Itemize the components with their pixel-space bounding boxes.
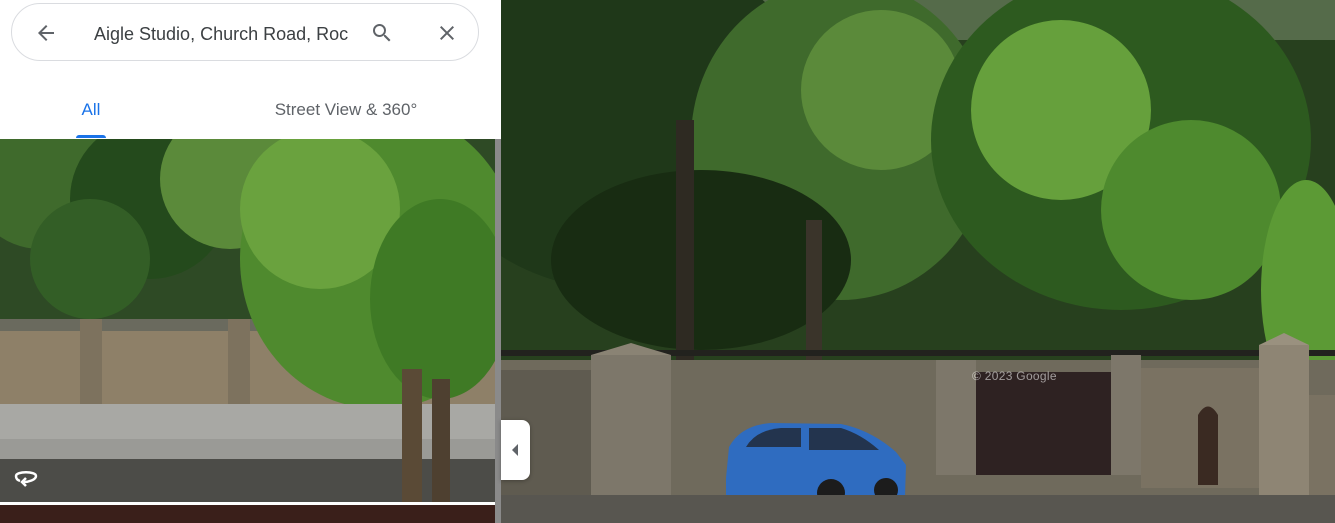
chevron-left-icon — [512, 444, 518, 456]
search-input[interactable] — [92, 4, 364, 64]
tab-all[interactable]: All — [60, 82, 122, 138]
side-panel: All Street View & 360° — [0, 0, 501, 523]
photo-thumbnail[interactable] — [0, 139, 495, 502]
search-box — [11, 3, 479, 64]
360-panorama-icon[interactable] — [10, 464, 42, 490]
panorama-image — [501, 0, 1335, 523]
street-view-panorama[interactable] — [501, 0, 1335, 523]
copyright-watermark: © 2023 Google — [972, 369, 1057, 383]
close-icon[interactable] — [435, 21, 459, 45]
thumbnail-image — [0, 139, 495, 502]
collapse-panel-button[interactable] — [501, 420, 530, 480]
tab-street-view-360[interactable]: Street View & 360° — [255, 82, 437, 138]
search-icon[interactable] — [370, 21, 394, 45]
next-photo-thumbnail[interactable] — [0, 505, 495, 523]
arrow-back-icon[interactable] — [34, 21, 58, 45]
